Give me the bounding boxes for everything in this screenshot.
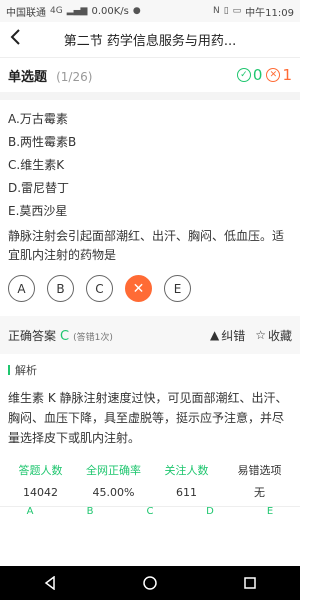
stat-header-followers: 关注人数	[164, 464, 209, 477]
explanation-marker	[8, 365, 10, 375]
correct-answer-label: 正确答案	[8, 328, 57, 343]
option-b: B.两性霉素B	[8, 135, 77, 149]
stat-header-answers: 答题人数	[18, 464, 63, 477]
option-e: E.莫西沙星	[8, 204, 68, 218]
answer-b-button[interactable]: B	[47, 275, 74, 302]
back-triangle-icon[interactable]	[35, 568, 65, 598]
answer-a-button[interactable]: A	[8, 275, 35, 302]
stat-value-accuracy: 45.00%	[92, 486, 135, 499]
status-bar: 中国联通 4G ▂▄▆ 0.00K/s ● N ▯ ▭ 中午11:09	[0, 0, 300, 22]
stat-header-accuracy: 全网正确率	[86, 464, 141, 477]
report-error-button[interactable]: ▲ 纠错	[210, 327, 245, 344]
favorite-button[interactable]: ☆ 收藏	[255, 327, 292, 344]
question-type: 单选题 (1/26)	[8, 66, 92, 85]
vibrate-icon: ▯	[223, 6, 229, 16]
correct-answer-info: 正确答案 C (答错1次)	[8, 327, 113, 344]
option-letters-row: A B C D E	[0, 506, 300, 516]
answer-e-button[interactable]: E	[164, 275, 191, 302]
warning-icon: ▲	[209, 328, 220, 342]
letter-d: D	[206, 506, 214, 516]
explanation-header: 解析	[0, 354, 300, 382]
page-title: 第二节 药学信息服务与用药...	[63, 34, 237, 49]
stat-value-answers: 14042	[23, 486, 58, 499]
right-count: 0	[252, 66, 263, 84]
explanation-text: 维生素 K 静脉注射速度过快，可见面部潮红、出汗、胸闷、血压下降，具至虚脱等，挺…	[8, 391, 288, 445]
wrong-score: ✕ 1	[266, 66, 292, 84]
recents-square-icon[interactable]	[235, 568, 265, 598]
options-list: A.万古霉素 B.两性霉素B C.维生素K D.雷尼替丁 E.莫西沙星	[0, 100, 300, 223]
stats-table: 答题人数 全网正确率 关注人数 易错选项 14042 45.00% 611 无	[0, 454, 300, 504]
cross-circle-icon: ✕	[266, 68, 281, 82]
score-box: ✓ 0 ✕ 1	[236, 66, 292, 84]
stat-value-followers: 611	[176, 486, 197, 499]
question-header: 单选题 (1/26) ✓ 0 ✕ 1	[0, 58, 300, 92]
back-chevron-icon[interactable]	[10, 29, 32, 50]
report-error-label: 纠错	[221, 328, 246, 343]
question-stem: 静脉注射会引起面部潮红、出汗、胸闷、低血压。适宜肌内注射的药物是	[8, 229, 285, 262]
check-circle-icon: ✓	[236, 68, 251, 82]
option-c: C.维生素K	[8, 158, 65, 172]
right-score: ✓ 0	[236, 66, 263, 84]
carrier-label: 中国联通	[6, 7, 46, 19]
favorite-label: 收藏	[267, 328, 292, 343]
answer-d-button[interactable]: ✕	[125, 275, 152, 302]
status-right: N ▯ ▭ 中午11:09	[213, 4, 294, 19]
wrong-times-label: (答错1次)	[73, 332, 113, 343]
answer-actions: ▲ 纠错 ☆ 收藏	[210, 327, 292, 344]
stat-value-common-wrong: 无	[254, 486, 265, 499]
wrong-count: 1	[282, 66, 292, 84]
correct-answer-bar: 正确答案 C (答错1次) ▲ 纠错 ☆ 收藏	[0, 316, 300, 354]
option-d: D.雷尼替丁	[8, 181, 70, 195]
letter-c: C	[146, 506, 154, 516]
message-icon: ●	[132, 6, 141, 16]
answer-c-button[interactable]: C	[86, 275, 113, 302]
question-progress: (1/26)	[56, 69, 93, 84]
system-nav-bar	[0, 566, 300, 600]
status-left: 中国联通 4G ▂▄▆ 0.00K/s ●	[6, 4, 141, 19]
letter-e: E	[266, 506, 274, 516]
home-circle-icon[interactable]	[135, 568, 165, 598]
star-icon: ☆	[255, 328, 266, 342]
battery-icon: ▭	[232, 6, 242, 16]
option-a: A.万古霉素	[8, 112, 68, 126]
letter-b: B	[86, 506, 94, 516]
question-type-label: 单选题	[8, 69, 48, 85]
divider	[0, 92, 300, 100]
network-label: 4G	[50, 6, 63, 16]
signal-icon: ▂▄▆	[66, 6, 88, 16]
answer-row: A B C ✕ E	[0, 265, 300, 312]
explanation-label: 解析	[15, 364, 37, 377]
letter-a: A	[26, 506, 34, 516]
stat-header-common-wrong: 易错选项	[237, 464, 282, 477]
nav-bar: 第二节 药学信息服务与用药...	[0, 22, 300, 58]
correct-answer-letter: C	[60, 328, 70, 344]
nfc-icon: N	[212, 6, 220, 16]
time-label: 中午11:09	[245, 7, 294, 19]
speed-label: 0.00K/s	[91, 5, 129, 17]
